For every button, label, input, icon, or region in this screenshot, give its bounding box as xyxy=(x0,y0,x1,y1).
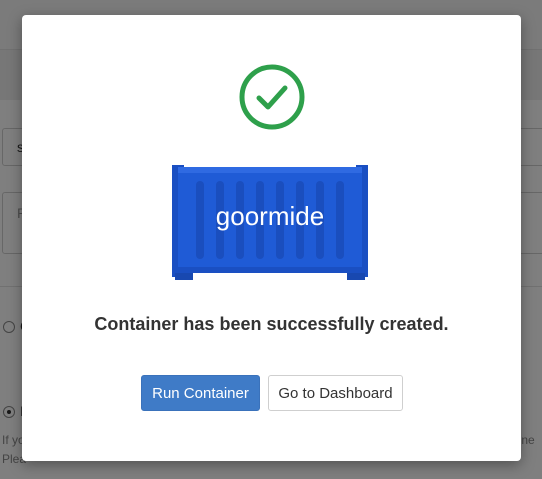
container-illustration: goormide xyxy=(172,165,368,280)
success-message: Container has been successfully created. xyxy=(94,314,449,334)
goormide-logo-text: goormide xyxy=(216,201,324,231)
check-circle-icon xyxy=(239,64,305,130)
run-container-button[interactable]: Run Container xyxy=(141,375,260,411)
go-to-dashboard-button[interactable]: Go to Dashboard xyxy=(268,375,403,411)
container-created-modal: goormide Container has been successfully… xyxy=(22,15,521,461)
